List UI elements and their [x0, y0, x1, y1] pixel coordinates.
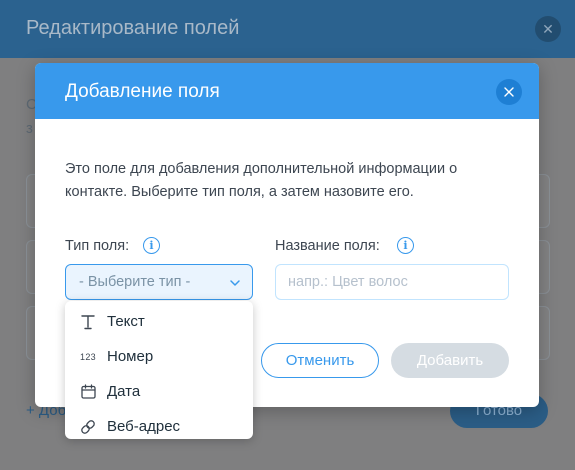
info-icon[interactable]: i: [397, 237, 414, 254]
field-name-input[interactable]: [275, 264, 509, 300]
cancel-button[interactable]: Отменить: [261, 343, 379, 378]
calendar-icon: [79, 383, 97, 401]
close-icon: [504, 87, 514, 97]
background-close-icon: ✕: [535, 16, 561, 42]
number-icon: 123: [80, 351, 96, 362]
add-button[interactable]: Добавить: [391, 343, 509, 378]
dialog-header: Добавление поля: [35, 63, 539, 119]
field-type-select[interactable]: - Выберите тип -: [65, 264, 253, 300]
dropdown-item-label: Номер: [107, 348, 154, 365]
dialog-title: Добавление поля: [65, 81, 220, 102]
info-icon[interactable]: i: [143, 237, 160, 254]
dialog-description: Это поле для добавления дополнительной и…: [65, 161, 458, 200]
background-title: Редактирование полей: [26, 17, 240, 39]
dropdown-item-label: Дата: [107, 383, 141, 400]
field-type-label: Тип поля:: [65, 238, 130, 254]
dropdown-item-text[interactable]: Текст: [65, 304, 253, 339]
field-type-dropdown: Текст 123 Номер Дата Веб-адрес: [65, 301, 253, 439]
dropdown-item-label: Текст: [107, 313, 145, 330]
close-button[interactable]: [496, 79, 522, 105]
background-header: Редактирование полей ✕: [0, 0, 575, 58]
dropdown-item-date[interactable]: Дата: [65, 374, 253, 409]
dropdown-item-web-address[interactable]: Веб-адрес: [65, 409, 253, 444]
link-icon: [79, 418, 97, 436]
chevron-down-icon: [230, 280, 240, 286]
field-name-label: Название поля:: [275, 238, 380, 254]
text-icon: [79, 313, 97, 331]
background-text-fragment: з: [26, 120, 33, 137]
select-placeholder: - Выберите тип -: [79, 274, 191, 290]
dropdown-item-number[interactable]: 123 Номер: [65, 339, 253, 374]
dropdown-item-label: Веб-адрес: [107, 418, 181, 435]
